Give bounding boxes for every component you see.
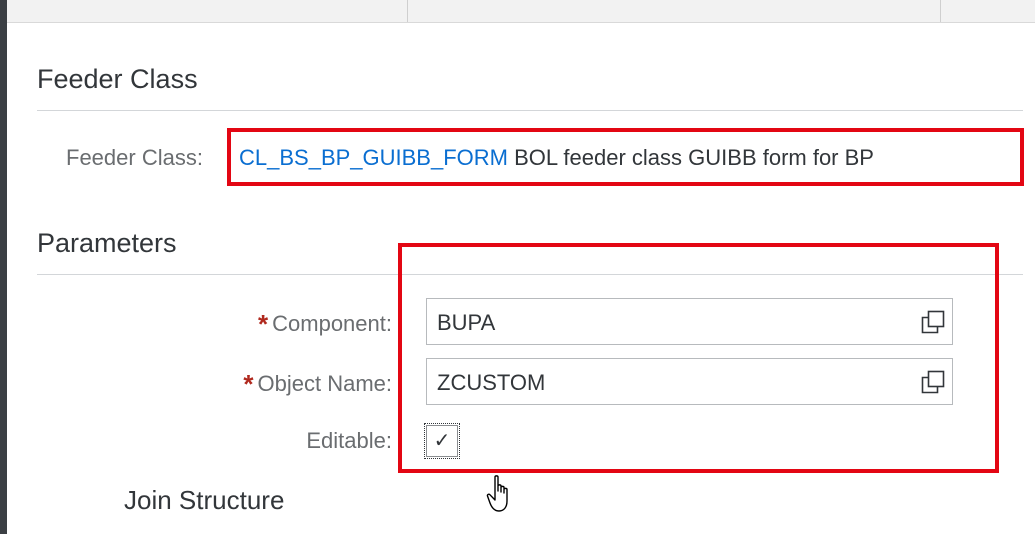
hand-cursor-icon	[486, 475, 508, 512]
required-indicator: *	[243, 369, 254, 399]
object-name-label: Object Name:	[257, 371, 393, 396]
required-indicator: *	[258, 309, 269, 339]
feeder-class-divider	[37, 110, 1023, 111]
parameters-section-title: Parameters	[37, 228, 177, 258]
component-label: Component:	[272, 311, 392, 336]
join-structure-title: Join Structure	[124, 485, 285, 515]
window-edge	[0, 0, 7, 534]
feeder-class-section-title: Feeder Class	[37, 64, 198, 94]
object-name-label-group: * Object Name:	[243, 367, 393, 399]
parameters-highlight-box	[398, 243, 999, 473]
top-toolbar	[7, 0, 1035, 23]
component-label-group: * Component:	[258, 307, 392, 339]
feeder-class-label: Feeder Class:	[66, 145, 203, 170]
editable-label: Editable:	[306, 428, 392, 453]
feeder-class-highlight-box	[227, 128, 1024, 186]
